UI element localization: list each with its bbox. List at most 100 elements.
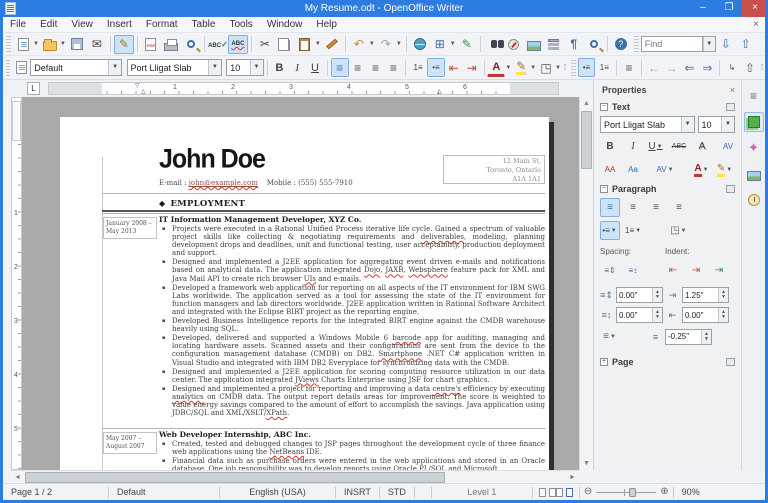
panel-strikethrough-button[interactable]: ABC [669,137,689,156]
paragraph-section-header[interactable]: − Paragraph [594,181,741,196]
toolbar-overflow-icon[interactable]: ⁞ [564,63,566,72]
multi-page-view-icon[interactable] [548,487,563,497]
vertical-scroll-thumb[interactable] [581,111,592,169]
menu-view[interactable]: View [64,17,100,33]
chevron-down-icon[interactable]: ▼ [681,228,687,234]
scroll-up-icon[interactable]: ▲ [580,97,593,110]
tab-stop-selector[interactable]: L [27,82,40,95]
dialog-launcher-icon[interactable] [726,358,735,366]
panel-decrease-indent-button[interactable]: ⇥ [686,261,706,280]
menu-edit[interactable]: Edit [33,17,64,33]
font-color-button[interactable]: A [487,58,506,77]
panel-bold-button[interactable]: B [600,137,620,156]
sidebar-tab-properties[interactable] [743,112,764,132]
cut-button[interactable]: ✂ [255,35,275,54]
first-line-indent-field[interactable]: -0.25" ▲ ▼ [665,328,712,345]
decrease-indent-button[interactable]: ⇤ [445,58,463,77]
insert-unnumbered-entry-button[interactable]: ↳ [723,58,741,77]
panel-increase-indent-button[interactable]: ⇤ [663,261,683,280]
vertical-ruler[interactable]: 1 2 3 4 5 [11,97,22,470]
hyperlink-button[interactable] [410,35,430,54]
panel-shadow-button[interactable]: A [692,137,712,156]
font-name-combo[interactable]: Port Lligat Slab ▼ [126,59,222,76]
chevron-down-icon[interactable]: ▼ [555,65,561,71]
move-up-button[interactable]: ⇧ [741,58,759,77]
chevron-down-icon[interactable]: ▼ [668,167,674,173]
panel-background-button[interactable]: ◳ ▼ [668,221,689,240]
panel-font-color-button[interactable]: A ▼ [692,160,712,179]
menu-table[interactable]: Table [185,17,223,33]
bullets-button[interactable]: •≡ [427,58,445,77]
horizontal-scroll-thumb[interactable] [25,472,445,483]
after-text-indent-field[interactable]: 0.00" ▲ ▼ [682,307,729,323]
vertical-scrollbar[interactable]: ▲ ▼ [579,97,593,470]
page-preview-button[interactable] [181,35,201,54]
promote-level-button[interactable]: ← [645,58,663,77]
numbered-list-toggle-button[interactable]: 1≡ [595,58,613,77]
redo-button[interactable]: ↷ [376,35,396,54]
find-previous-button[interactable]: ⇧ [736,35,756,54]
chevron-down-icon[interactable]: ▼ [108,60,122,75]
panel-align-left-button[interactable]: ≡ [600,198,620,217]
panel-italic-button[interactable]: I [623,137,643,156]
paste-button[interactable] [295,35,315,54]
toolbar-grip[interactable] [6,59,11,76]
below-paragraph-spacing-field[interactable]: 0.00" ▲ ▼ [616,307,663,323]
chevron-down-icon[interactable]: ▼ [635,228,641,234]
panel-shrink-font-button[interactable]: Aa [623,160,643,179]
switch-indent-button[interactable]: ⇥ [709,261,729,280]
collapse-icon[interactable]: − [600,185,608,193]
gallery-button[interactable] [524,35,544,54]
email-button[interactable]: ✉ [87,35,107,54]
new-document-button[interactable] [13,35,33,54]
panel-numbering-button[interactable]: 1≡ ▼ [623,221,644,240]
spinner-icon[interactable]: ▲ ▼ [652,308,662,322]
spinner-icon[interactable]: ▲ ▼ [701,329,711,344]
help-button[interactable]: ? [611,35,631,54]
auto-spellcheck-button[interactable]: ABC [227,34,248,54]
zoom-in-icon[interactable]: ⊕ [660,487,668,497]
panel-justify-button[interactable]: ≡ [669,198,689,217]
chevron-down-icon[interactable]: ▼ [369,41,375,47]
justify-button[interactable]: ≡ [384,58,402,77]
panel-highlight-button[interactable]: ✎ ▼ [715,160,735,179]
demote-level-button[interactable]: → [663,58,681,77]
panel-underline-button[interactable]: U ▼ [646,137,666,156]
sidebar-tab-gallery[interactable] [744,164,764,184]
chevron-down-icon[interactable]: ▼ [657,144,663,150]
increase-paragraph-spacing-button[interactable]: ≡⇕ [600,261,620,280]
menu-tools[interactable]: Tools [222,17,259,33]
horizontal-ruler[interactable]: 1 2 3 4 5 6 ▽ △ △ [48,82,559,95]
panel-char-spacing-button[interactable]: AV ▼ [655,160,676,179]
chevron-down-icon[interactable]: ▼ [703,167,709,173]
spelling-button[interactable]: ABC✓ [208,35,228,54]
chevron-down-icon[interactable]: ▼ [315,41,321,47]
right-indent-marker[interactable]: △ [437,88,442,95]
navigator-button[interactable] [504,35,524,54]
panel-close-icon[interactable]: × [730,85,735,95]
left-indent-marker[interactable]: △ [141,88,146,95]
line-spacing-button[interactable]: ≡ ▼ [600,327,620,346]
chevron-down-icon[interactable]: ▼ [396,41,402,47]
text-section-header[interactable]: − Text [594,99,741,114]
highlighting-button[interactable]: ✎ [512,58,530,77]
menu-window[interactable]: Window [260,17,310,33]
panel-font-size-combo[interactable]: 10 ▼ [697,116,735,133]
menu-file[interactable]: File [3,17,33,33]
demote-with-subpoints-button[interactable]: ⇒ [698,58,716,77]
copy-button[interactable] [275,35,295,54]
find-next-button[interactable]: ⇩ [716,35,736,54]
undo-button[interactable]: ↶ [349,35,369,54]
page-section-header[interactable]: + Page [594,354,741,369]
panel-increase-spacing-button[interactable]: AV [718,137,738,156]
toolbar-grip[interactable] [6,36,11,52]
export-pdf-button[interactable]: PDF [141,35,161,54]
menu-format[interactable]: Format [139,17,185,33]
zoom-thumb[interactable] [629,487,637,497]
panel-align-right-button[interactable]: ≡ [646,198,666,217]
spinner-icon[interactable]: ▲ ▼ [718,308,728,322]
book-view-icon[interactable] [565,487,573,497]
chevron-down-icon[interactable]: ▼ [207,60,221,75]
numbering-button[interactable]: 1≡ [409,58,427,77]
document-page[interactable]: John Doe 12 Main St, Toronto, Ontario A1… [60,117,549,470]
